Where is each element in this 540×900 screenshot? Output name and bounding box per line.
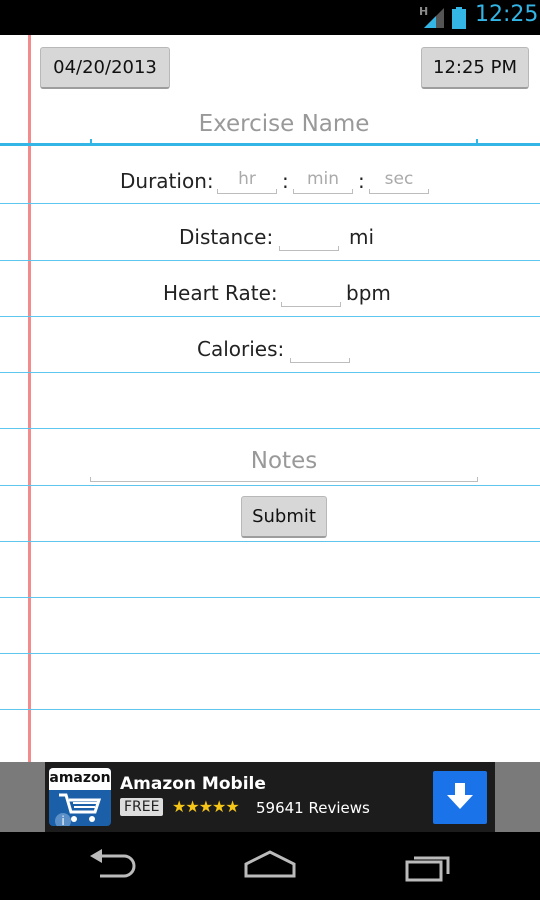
amazon-app-logo: amazon i — [49, 768, 111, 826]
input-underline — [90, 139, 478, 145]
input-underline — [217, 189, 277, 194]
page-rule — [0, 372, 540, 373]
duration-hours-input[interactable]: hr — [217, 164, 277, 194]
review-count: 59641 Reviews — [256, 799, 370, 817]
input-underline — [293, 189, 353, 194]
heart-rate-unit: bpm — [346, 281, 391, 305]
hours-placeholder: hr — [238, 169, 256, 189]
date-button[interactable]: 04/20/2013 — [40, 47, 170, 89]
price-badge: FREE — [120, 798, 164, 816]
input-underline — [90, 477, 478, 482]
status-bar: H 12:25 — [0, 0, 540, 35]
page-rule — [0, 316, 540, 317]
notes-placeholder: Notes — [250, 448, 318, 474]
heart-rate-label: Heart Rate: — [163, 281, 278, 305]
download-icon — [447, 783, 473, 809]
page-rule — [0, 653, 540, 654]
page-rule — [0, 541, 540, 542]
recent-apps-icon[interactable] — [404, 848, 454, 882]
page-rule — [0, 203, 540, 204]
info-icon[interactable]: i — [55, 813, 71, 826]
calories-input[interactable] — [290, 333, 350, 363]
distance-label: Distance: — [179, 225, 274, 249]
notes-input[interactable]: Notes — [90, 440, 478, 482]
ad-banner[interactable]: amazon i Amazon Mobile FREE ★★★★★ 59641 … — [0, 762, 540, 832]
input-underline — [281, 302, 341, 307]
minutes-placeholder: min — [306, 169, 340, 189]
page-rule — [0, 485, 540, 486]
home-icon[interactable] — [243, 848, 297, 882]
rating-stars: ★★★★★ — [172, 797, 240, 816]
navigation-bar — [0, 832, 540, 900]
exercise-name-input[interactable]: Exercise Name — [90, 103, 478, 145]
duration-colon: : — [282, 169, 289, 193]
time-button[interactable]: 12:25 PM — [421, 47, 529, 89]
signal-icon — [424, 8, 444, 28]
duration-colon: : — [358, 169, 365, 193]
back-icon[interactable] — [88, 848, 138, 882]
ad-title: Amazon Mobile — [120, 774, 266, 794]
page-rule — [0, 428, 540, 429]
page-rule — [0, 260, 540, 261]
input-underline — [279, 246, 339, 251]
status-time: 12:25 — [475, 2, 539, 27]
download-button[interactable] — [433, 771, 487, 824]
input-underline — [369, 189, 429, 194]
amazon-ad[interactable]: amazon i Amazon Mobile FREE ★★★★★ 59641 … — [45, 762, 495, 832]
duration-seconds-input[interactable]: sec — [369, 164, 429, 194]
input-underline — [290, 358, 350, 363]
distance-unit: mi — [349, 225, 375, 249]
page-rule — [0, 597, 540, 598]
distance-input[interactable] — [279, 221, 339, 251]
duration-label: Duration: — [120, 169, 214, 193]
notebook-page: 04/20/2013 12:25 PM Exercise Name Durati… — [0, 35, 540, 762]
amazon-logo-text: amazon — [49, 768, 111, 790]
seconds-placeholder: sec — [384, 169, 414, 189]
submit-button[interactable]: Submit — [241, 496, 327, 538]
page-rule — [0, 709, 540, 710]
heart-rate-input[interactable] — [281, 277, 341, 307]
calories-label: Calories: — [197, 337, 285, 361]
exercise-name-placeholder: Exercise Name — [198, 111, 370, 137]
battery-icon — [452, 7, 466, 29]
duration-minutes-input[interactable]: min — [293, 164, 353, 194]
